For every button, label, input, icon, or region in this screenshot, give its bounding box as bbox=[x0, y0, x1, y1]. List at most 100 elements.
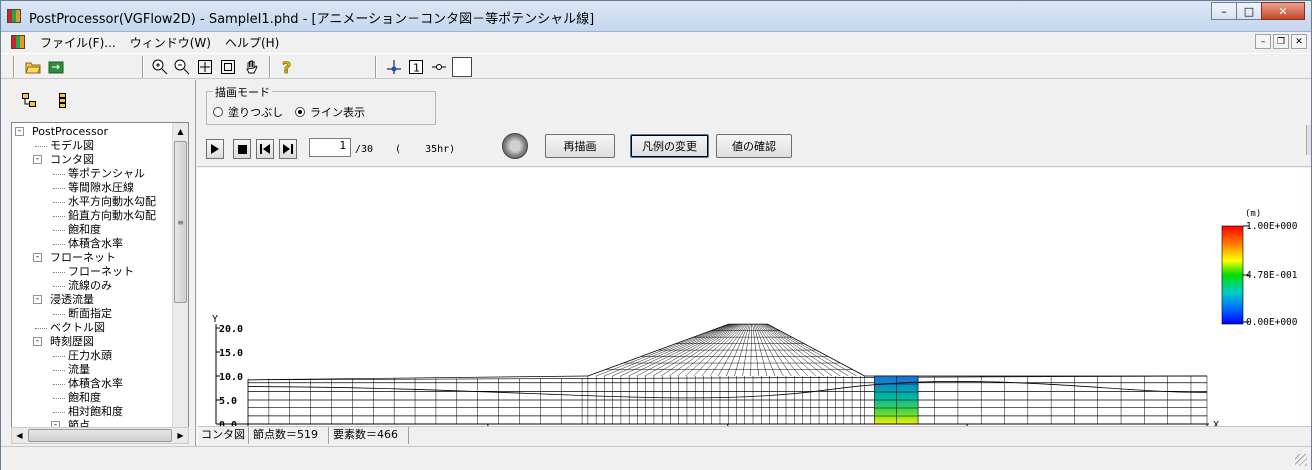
scroll-right-icon[interactable]: ▶ bbox=[173, 428, 188, 443]
mdi-minimize-button[interactable]: – bbox=[1255, 34, 1271, 49]
mesh-plot: YX20.015.010.05.00.00.049.498.8148.1197.… bbox=[212, 209, 1298, 443]
tree-item[interactable]: PostProcessor bbox=[32, 125, 108, 139]
tree-item[interactable]: 圧力水頭 bbox=[68, 349, 112, 363]
menu-bar: ファイル(F)... ウィンドウ(W) ヘルプ(H) – ❐ ✕ bbox=[1, 32, 1311, 52]
scroll-thumb[interactable]: ≡ bbox=[174, 141, 187, 303]
tree-item[interactable]: 時刻歴図 bbox=[50, 335, 94, 349]
tree-connector bbox=[53, 230, 65, 231]
legend-tick-label: 0.00E+000 bbox=[1246, 317, 1298, 328]
y-axis-label: Y bbox=[212, 314, 218, 325]
frame-total: /30 bbox=[355, 144, 374, 155]
panel-resize-handle[interactable] bbox=[1306, 125, 1311, 155]
window-controls: – □ ✕ bbox=[1211, 2, 1305, 20]
tree-item[interactable]: 流量 bbox=[68, 363, 90, 377]
tree-horizontal-scrollbar[interactable]: ◀ ▶ bbox=[11, 427, 189, 444]
hscroll-thumb[interactable] bbox=[28, 429, 172, 442]
tree-item[interactable]: 等ポテンシャル bbox=[68, 167, 145, 181]
tree-collapse-box-icon[interactable]: - bbox=[33, 337, 42, 346]
maximize-button[interactable]: □ bbox=[1236, 2, 1262, 20]
tree-connector bbox=[53, 384, 65, 385]
tree-expand-icon[interactable] bbox=[18, 89, 40, 111]
node-icon[interactable] bbox=[384, 57, 404, 77]
toolbar: ? 1 bbox=[1, 53, 1311, 79]
zoom-window-icon[interactable] bbox=[218, 57, 238, 77]
app-status-strip bbox=[1, 446, 1311, 470]
tree-item[interactable]: ベクトル図 bbox=[50, 321, 105, 335]
open-folder-icon[interactable] bbox=[23, 57, 43, 77]
pan-hand-icon[interactable] bbox=[242, 57, 262, 77]
tree-collapse-box-icon[interactable]: - bbox=[33, 295, 42, 304]
tree-item[interactable]: 飽和度 bbox=[68, 391, 101, 405]
fit-icon[interactable] bbox=[195, 57, 215, 77]
redraw-button[interactable]: 再描画 bbox=[545, 134, 615, 158]
tree-item[interactable]: フローネット bbox=[50, 251, 116, 265]
tree-item[interactable]: 流線のみ bbox=[68, 279, 112, 293]
number-icon[interactable]: 1 bbox=[406, 57, 426, 77]
tree-collapse-box-icon[interactable]: - bbox=[33, 155, 42, 164]
tree-item[interactable]: モデル図 bbox=[50, 139, 94, 153]
document-icon[interactable] bbox=[11, 35, 25, 49]
tree-connector bbox=[53, 174, 65, 175]
scroll-up-icon[interactable]: ▲ bbox=[173, 123, 188, 139]
legend-unit: (m) bbox=[1245, 209, 1261, 219]
frame-input[interactable]: 1 bbox=[309, 138, 351, 157]
tree-item[interactable]: フローネット bbox=[68, 265, 134, 279]
tree-connector bbox=[53, 272, 65, 273]
zoom-out-icon[interactable] bbox=[172, 57, 192, 77]
tree-item[interactable]: 体積含水率 bbox=[68, 237, 123, 251]
y-tick-label: 10.0 bbox=[219, 372, 243, 383]
tree-item[interactable]: 体積含水率 bbox=[68, 377, 123, 391]
value-check-button[interactable]: 値の確認 bbox=[716, 134, 792, 158]
export-icon[interactable] bbox=[46, 57, 66, 77]
window-title: PostProcessor(VGFlow2D) - SampleI1.phd -… bbox=[29, 12, 595, 27]
plot-canvas[interactable]: YX20.015.010.05.00.00.049.498.8148.1197.… bbox=[197, 168, 1311, 443]
tree-item[interactable]: コンタ図 bbox=[50, 153, 94, 167]
menu-help[interactable]: ヘルプ(H) bbox=[218, 34, 286, 51]
resize-grip-icon[interactable] bbox=[1295, 454, 1307, 466]
scroll-left-icon[interactable]: ◀ bbox=[12, 428, 27, 443]
tree-item[interactable]: 相対飽和度 bbox=[68, 405, 123, 419]
element-icon[interactable] bbox=[429, 57, 449, 77]
tree-item[interactable]: 飽和度 bbox=[68, 223, 101, 237]
close-button[interactable]: ✕ bbox=[1261, 2, 1305, 20]
step-forward-button[interactable] bbox=[279, 139, 297, 159]
tree-view[interactable]: PostProcessor - モデル図 コンタ図 - 等ポテンシャル 等間隙水圧線 水平方向… bbox=[11, 122, 189, 442]
menu-file[interactable]: ファイル(F)... bbox=[33, 34, 123, 51]
legend-change-button[interactable]: 凡例の変更 bbox=[630, 134, 709, 158]
mdi-restore-button[interactable]: ❐ bbox=[1273, 34, 1289, 49]
svg-text:?: ? bbox=[282, 59, 291, 75]
y-tick-label: 20.0 bbox=[219, 324, 243, 335]
stop-button[interactable] bbox=[233, 139, 251, 159]
radio-line[interactable]: ライン表示 bbox=[295, 104, 365, 120]
mdi-close-button[interactable]: ✕ bbox=[1291, 34, 1307, 49]
tree-item[interactable]: 浸透流量 bbox=[50, 293, 94, 307]
tree-vertical-scrollbar[interactable]: ▲ ≡ ▼ bbox=[172, 123, 188, 441]
main-window: PostProcessor(VGFlow2D) - SampleI1.phd -… bbox=[0, 0, 1312, 470]
zoom-in-icon[interactable] bbox=[150, 57, 170, 77]
radio-fill-label: 塗りつぶし bbox=[228, 106, 284, 119]
status-nodes: 節点数＝519 bbox=[249, 427, 329, 444]
step-back-button[interactable] bbox=[256, 139, 274, 159]
tree-item[interactable]: 等間隙水圧線 bbox=[68, 181, 134, 195]
status-mode: コンタ図 bbox=[197, 427, 249, 444]
frame-time: ( 35hr) bbox=[395, 144, 456, 155]
film-reel-icon[interactable] bbox=[502, 133, 528, 159]
tree-item[interactable]: 断面指定 bbox=[68, 307, 112, 321]
mdi-controls: – ❐ ✕ bbox=[1253, 34, 1307, 49]
tree-item[interactable]: 水平方向動水勾配 bbox=[68, 195, 156, 209]
play-button[interactable] bbox=[206, 139, 224, 159]
legend-tick-label: 4.78E-001 bbox=[1246, 270, 1298, 281]
radio-fill[interactable]: 塗りつぶし bbox=[213, 104, 283, 120]
control-panel: 描画モード 塗りつぶし ライン表示 1 /30 (35hr) 再描画 凡例の変… bbox=[197, 80, 1311, 167]
rectangle-icon[interactable] bbox=[452, 57, 472, 77]
toolbar-separator bbox=[13, 56, 15, 78]
equipotential-line bbox=[247, 381, 1208, 399]
tree-collapse-box-icon[interactable]: - bbox=[15, 127, 24, 136]
tree-collapse-box-icon[interactable]: - bbox=[33, 253, 42, 262]
radio-line-dot bbox=[295, 107, 305, 117]
tree-collapse-icon[interactable] bbox=[51, 89, 73, 111]
help-icon[interactable]: ? bbox=[277, 57, 297, 77]
minimize-button[interactable]: – bbox=[1211, 2, 1237, 20]
tree-item[interactable]: 鉛直方向動水勾配 bbox=[68, 209, 156, 223]
menu-window[interactable]: ウィンドウ(W) bbox=[123, 34, 218, 51]
